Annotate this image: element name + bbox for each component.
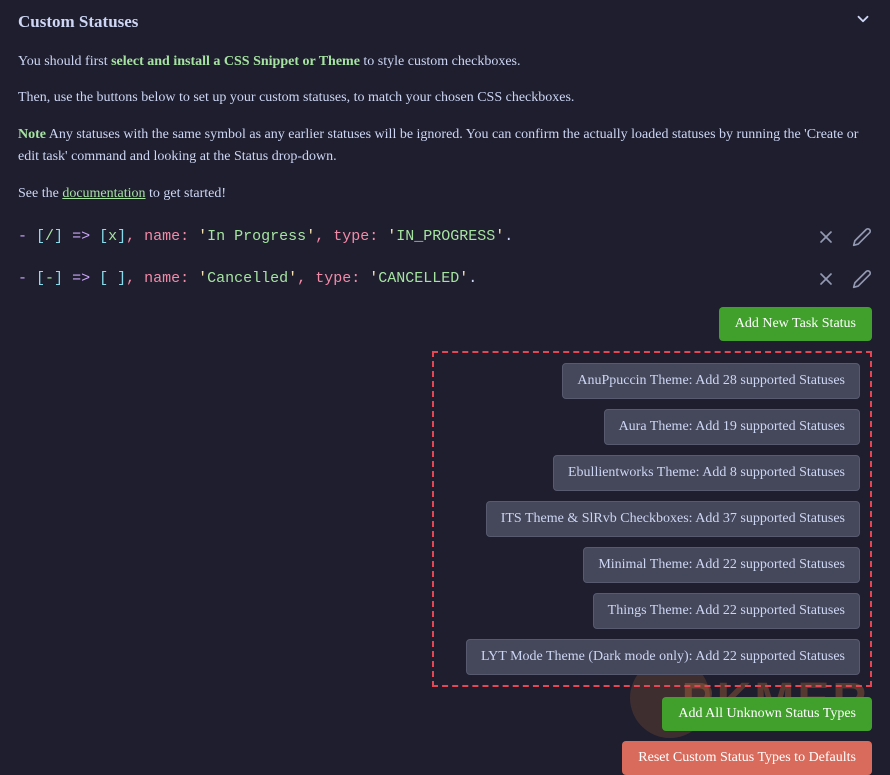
type-value: IN_PROGRESS [396,228,495,245]
edit-icon[interactable] [852,227,872,247]
type-label: , type: [297,270,369,287]
bracket: [ [27,270,45,287]
theme-button-its[interactable]: ITS Theme & SlRvb Checkboxes: Add 37 sup… [486,501,860,537]
edit-icon[interactable] [852,269,872,289]
quote: ' [306,228,315,245]
theme-button-lyt[interactable]: LYT Mode Theme (Dark mode only): Add 22 … [466,639,860,675]
note-text: Any statuses with the same symbol as any… [18,127,858,164]
intro-text: to style custom checkboxes. [360,54,521,69]
dot: . [468,270,477,287]
dash: - [18,228,27,245]
name-label: , name: [126,270,198,287]
name-value: Cancelled [207,270,288,287]
symbol: x [108,228,117,245]
theme-button-things[interactable]: Things Theme: Add 22 supported Statuses [593,593,860,629]
status-row: - [/] => [x], name: 'In Progress', type:… [18,227,872,247]
bracket: ] [117,228,126,245]
quote: ' [288,270,297,287]
symbol [108,270,117,287]
theme-buttons-box: AnuPpuccin Theme: Add 28 supported Statu… [432,351,872,687]
quote: ' [198,228,207,245]
symbol: - [45,270,54,287]
theme-button-minimal[interactable]: Minimal Theme: Add 22 supported Statuses [583,547,860,583]
quote: ' [198,270,207,287]
name-label: , name: [126,228,198,245]
dot: . [504,228,513,245]
row-actions [816,269,872,289]
bracket: ] [117,270,126,287]
add-all-container: Add All Unknown Status Types [18,697,872,731]
intro-note: Note Any statuses with the same symbol a… [18,124,872,169]
see-text: to get started! [146,186,226,201]
section-title: Custom Statuses [18,12,138,32]
documentation-link[interactable]: documentation [62,186,145,201]
status-definition: - [-] => [ ], name: 'Cancelled', type: '… [18,270,477,287]
bracket: [ [99,270,108,287]
theme-button-aura[interactable]: Aura Theme: Add 19 supported Statuses [604,409,860,445]
css-snippet-link[interactable]: select and install a CSS Snippet or Them… [111,54,360,69]
theme-button-ebullientworks[interactable]: Ebullientworks Theme: Add 8 supported St… [553,455,860,491]
quote: ' [495,228,504,245]
intro-line-1: You should first select and install a CS… [18,51,872,73]
arrow: => [63,228,99,245]
intro-line-2: Then, use the buttons below to set up yo… [18,87,872,109]
quote: ' [387,228,396,245]
add-new-task-status-button[interactable]: Add New Task Status [719,307,872,341]
status-definition: - [/] => [x], name: 'In Progress', type:… [18,228,513,245]
theme-button-anupuccin[interactable]: AnuPpuccin Theme: Add 28 supported Statu… [562,363,860,399]
arrow: => [63,270,99,287]
intro-text: You should first [18,54,111,69]
add-all-unknown-button[interactable]: Add All Unknown Status Types [662,697,872,731]
intro-documentation: See the documentation to get started! [18,183,872,205]
row-actions [816,227,872,247]
bracket: [ [99,228,108,245]
status-row: - [-] => [ ], name: 'Cancelled', type: '… [18,269,872,289]
bracket: ] [54,270,63,287]
type-value: CANCELLED [378,270,459,287]
note-label: Note [18,127,46,142]
bracket: [ [27,228,45,245]
type-label: , type: [315,228,387,245]
section-header: Custom Statuses [18,10,872,33]
bracket: ] [54,228,63,245]
name-value: In Progress [207,228,306,245]
delete-icon[interactable] [816,269,836,289]
dash: - [18,270,27,287]
delete-icon[interactable] [816,227,836,247]
collapse-icon[interactable] [854,10,872,33]
add-new-container: Add New Task Status [18,307,872,341]
quote: ' [459,270,468,287]
quote: ' [369,270,378,287]
symbol: / [45,228,54,245]
see-text: See the [18,186,62,201]
